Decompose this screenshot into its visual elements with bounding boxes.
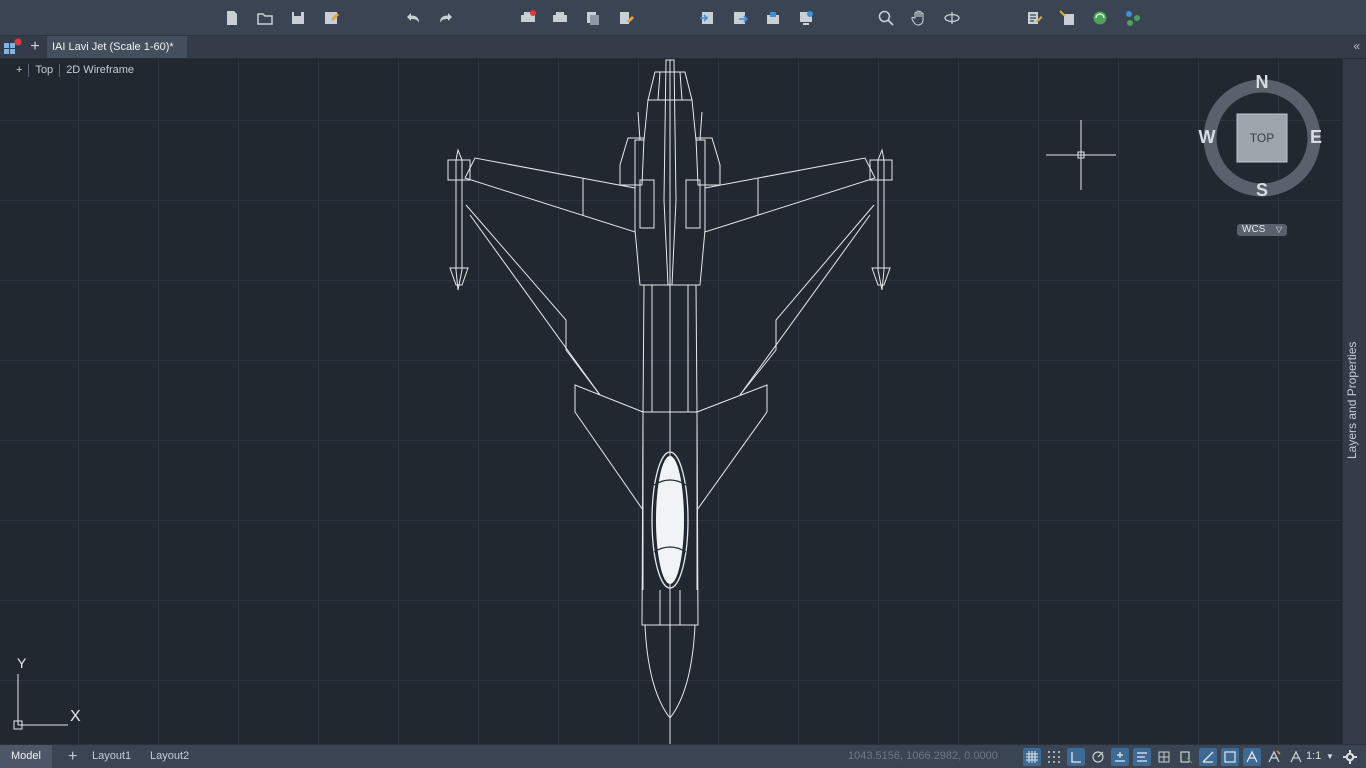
polar-tracking-icon[interactable] bbox=[1089, 748, 1107, 766]
batch-plot-icon[interactable] bbox=[614, 6, 638, 30]
layers-properties-palette[interactable]: Layers and Properties bbox=[1342, 59, 1366, 744]
transparency-icon[interactable] bbox=[1155, 748, 1173, 766]
print-icon[interactable] bbox=[548, 6, 572, 30]
drawing-viewport[interactable]: + Top 2D Wireframe TOP N S W E WCS ▽ Y X bbox=[0, 59, 1342, 744]
properties-icon[interactable] bbox=[1022, 6, 1046, 30]
render-icon[interactable] bbox=[1088, 6, 1112, 30]
share-icon[interactable] bbox=[761, 6, 785, 30]
save-icon[interactable] bbox=[286, 6, 310, 30]
selection-cycling-icon[interactable] bbox=[1177, 748, 1195, 766]
crosshair-cursor bbox=[1046, 120, 1116, 190]
annotation-visibility-icon[interactable] bbox=[1243, 748, 1261, 766]
collapse-panels-icon[interactable]: « bbox=[1353, 39, 1360, 53]
snap-toggle-icon[interactable] bbox=[1045, 748, 1063, 766]
aircraft-drawing bbox=[447, 59, 893, 744]
compass-west[interactable]: W bbox=[1196, 127, 1218, 148]
pan-icon[interactable] bbox=[907, 6, 931, 30]
viewcube[interactable]: TOP N S W E bbox=[1194, 72, 1330, 204]
palette-label[interactable]: Layers and Properties bbox=[1345, 259, 1359, 459]
import-icon[interactable] bbox=[695, 6, 719, 30]
grid-toggle-icon[interactable] bbox=[1023, 748, 1041, 766]
isodraft-icon[interactable] bbox=[1111, 748, 1129, 766]
annotation-scale-icon[interactable] bbox=[1287, 748, 1305, 766]
viewcube-top-face[interactable]: TOP bbox=[1237, 114, 1287, 162]
save-as-icon[interactable] bbox=[319, 6, 343, 30]
ucs-x-label: X bbox=[70, 708, 81, 725]
ucs-label: WCS bbox=[1242, 224, 1266, 235]
export-icon[interactable] bbox=[728, 6, 752, 30]
compass-south[interactable]: S bbox=[1252, 180, 1272, 201]
compass-north[interactable]: N bbox=[1252, 72, 1272, 93]
tab-model[interactable]: Model bbox=[0, 745, 52, 768]
new-icon[interactable] bbox=[220, 6, 244, 30]
publish-icon[interactable] bbox=[581, 6, 605, 30]
tab-layout1[interactable]: Layout1 bbox=[84, 745, 139, 768]
status-bar: Model + Layout1 Layout2 1043.5156, 1066.… bbox=[0, 744, 1366, 768]
sheet-set-icon[interactable] bbox=[794, 6, 818, 30]
chevron-down-icon: ▽ bbox=[1275, 225, 1282, 234]
object-snap-tracking-icon[interactable] bbox=[1133, 748, 1151, 766]
undo-icon[interactable] bbox=[401, 6, 425, 30]
add-layout-button[interactable]: + bbox=[60, 745, 85, 768]
gear-icon[interactable] bbox=[1341, 748, 1359, 766]
auto-scale-icon[interactable] bbox=[1265, 748, 1283, 766]
match-properties-icon[interactable] bbox=[1055, 6, 1079, 30]
compass-east[interactable]: E bbox=[1306, 127, 1326, 148]
zoom-icon[interactable] bbox=[874, 6, 898, 30]
ortho-toggle-icon[interactable] bbox=[1067, 748, 1085, 766]
ucs-menu[interactable]: WCS ▽ bbox=[1237, 224, 1287, 236]
document-tab[interactable]: IAI Lavi Jet (Scale 1-60)* bbox=[47, 36, 187, 58]
layer-states-icon[interactable] bbox=[1121, 6, 1145, 30]
tab-layout2[interactable]: Layout2 bbox=[142, 745, 197, 768]
coordinate-readout[interactable]: 1043.5156, 1066.2982, 0.0000 bbox=[848, 745, 998, 768]
dynamic-ucs-icon[interactable] bbox=[1221, 748, 1239, 766]
application-menu-icon[interactable] bbox=[3, 38, 23, 56]
plot-icon[interactable] bbox=[516, 6, 540, 30]
document-tab-bar: + IAI Lavi Jet (Scale 1-60)* « bbox=[0, 36, 1366, 59]
quick-access-toolbar bbox=[0, 0, 1366, 36]
3d-osnap-icon[interactable] bbox=[1199, 748, 1217, 766]
open-icon[interactable] bbox=[253, 6, 277, 30]
chevron-down-icon[interactable]: ▼ bbox=[1326, 745, 1334, 768]
new-tab-button[interactable]: + bbox=[27, 37, 43, 57]
annotation-scale-value[interactable]: 1:1 bbox=[1306, 745, 1321, 768]
redo-icon[interactable] bbox=[434, 6, 458, 30]
orbit-icon[interactable] bbox=[940, 6, 964, 30]
ucs-y-label: Y bbox=[17, 655, 27, 671]
